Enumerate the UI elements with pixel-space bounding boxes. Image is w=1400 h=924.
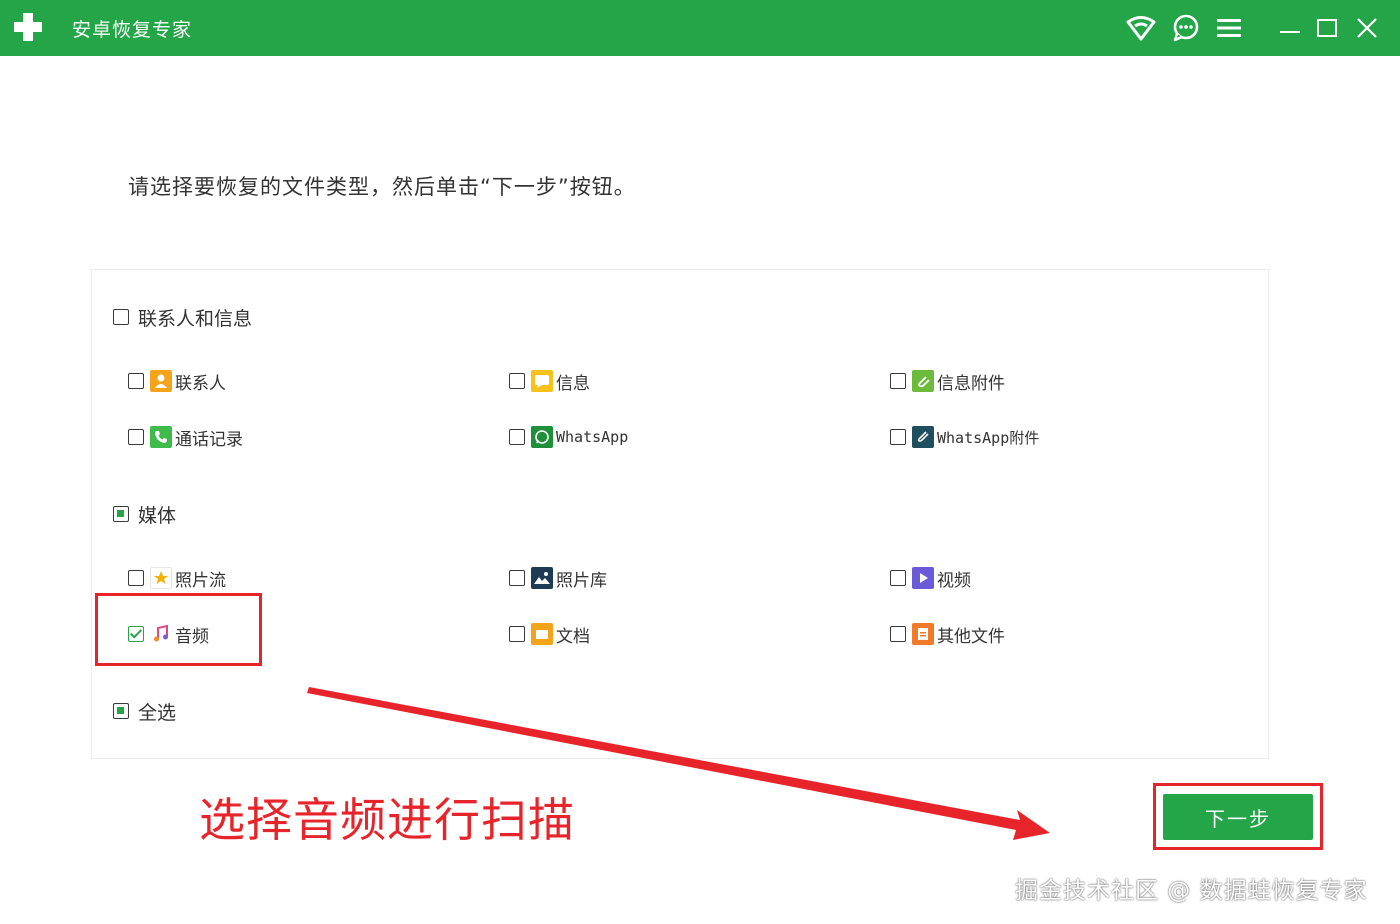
watermark: 掘金技术社区 @ 数据蛙恢复专家 <box>1015 878 1368 904</box>
next-button[interactable]: 下一步 <box>1163 794 1313 840</box>
annotation-text: 选择音频进行扫描 <box>199 793 575 847</box>
